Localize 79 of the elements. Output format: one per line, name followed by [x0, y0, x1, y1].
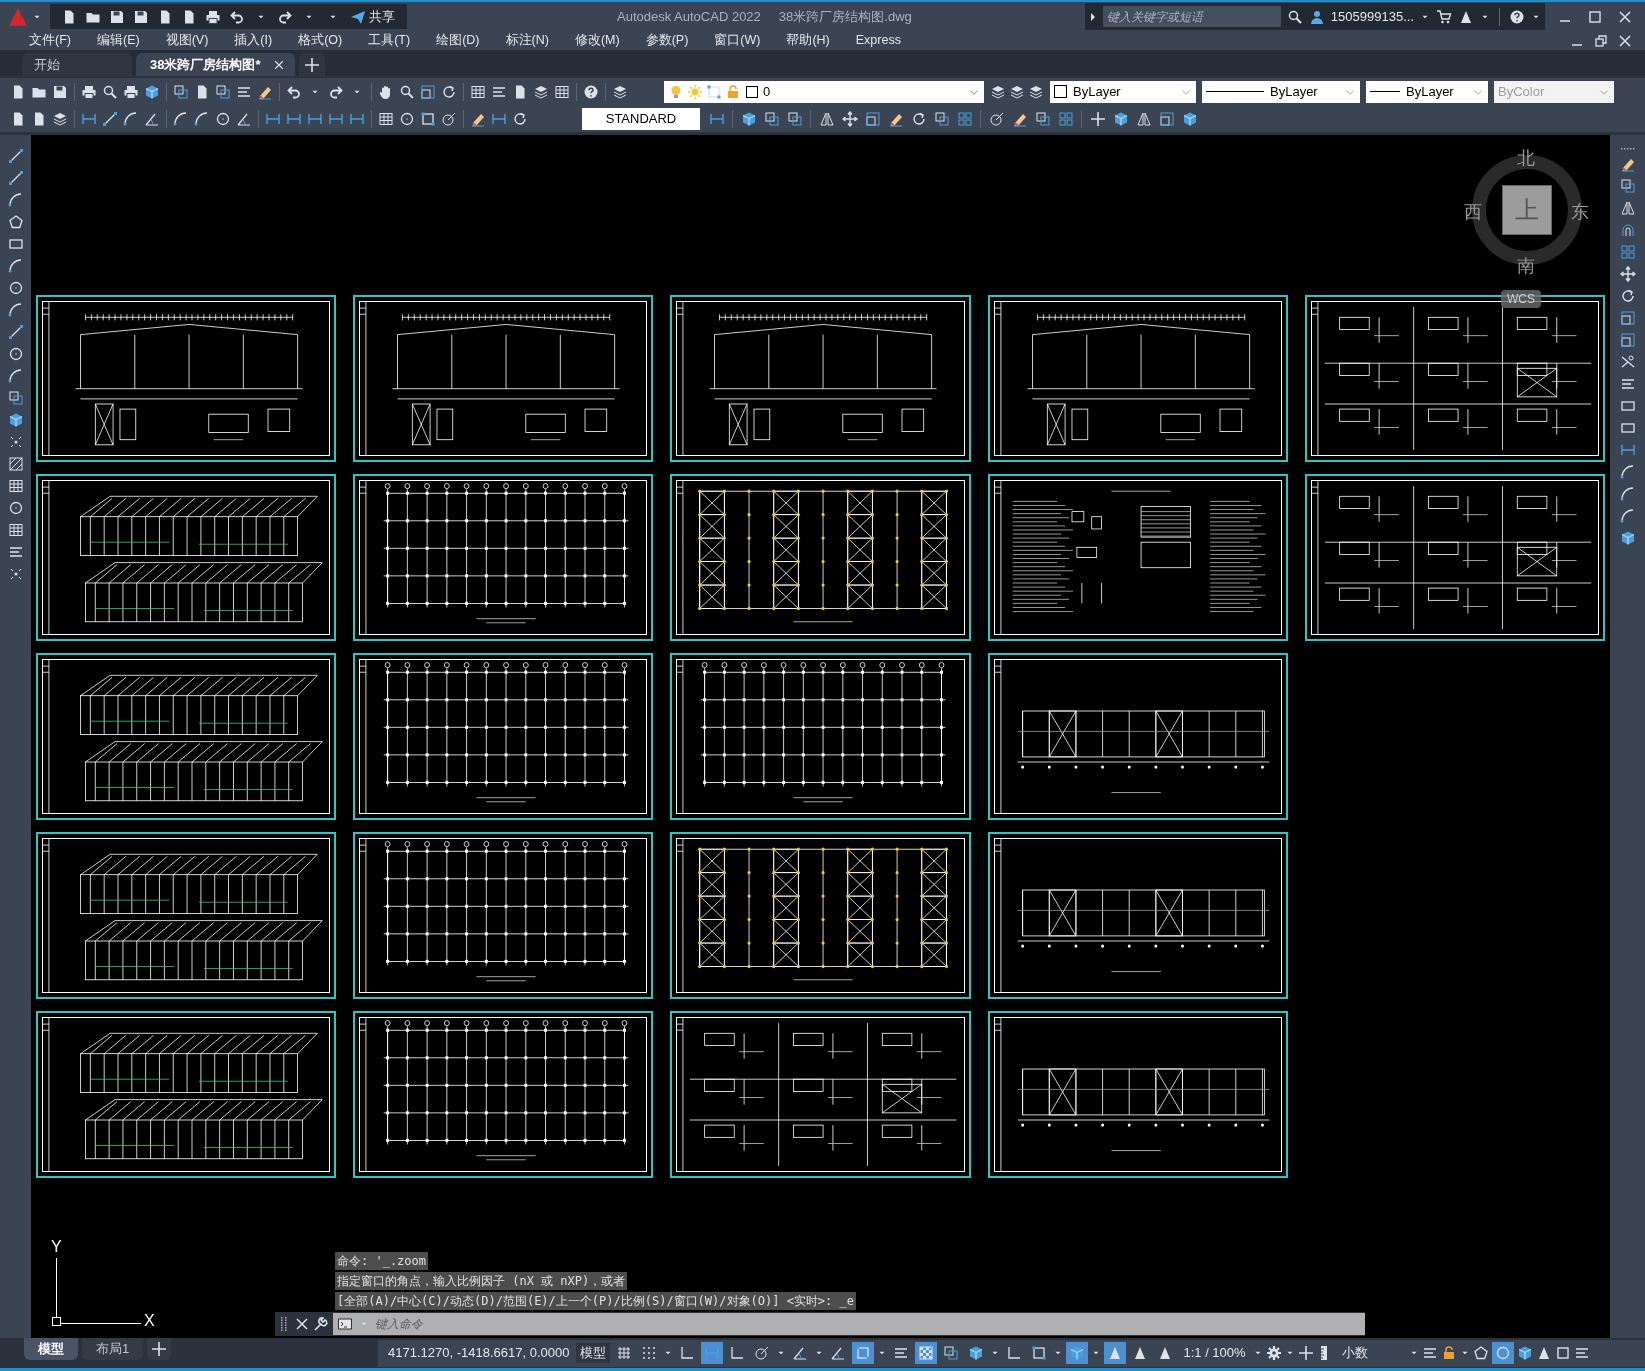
- property-value: ByLayer: [1073, 82, 1121, 101]
- close-icon[interactable]: [1617, 8, 1633, 25]
- cube-icon[interactable]: [1516, 1345, 1533, 1361]
- snap-square-icon[interactable]: [706, 83, 722, 100]
- menu-item[interactable]: 格式(O): [285, 31, 356, 50]
- layer-dropdown[interactable]: 0: [664, 80, 984, 103]
- grip-icon[interactable]: [1619, 147, 1636, 151]
- coordinate-system-menu[interactable]: WCS: [1501, 290, 1541, 308]
- layout-tab[interactable]: 布局1: [82, 1338, 144, 1360]
- menu-item[interactable]: 参数(P): [632, 31, 702, 50]
- list-icon[interactable]: [1421, 1345, 1438, 1361]
- compass-west[interactable]: 西: [1464, 199, 1482, 226]
- layer-name: 0: [763, 82, 771, 101]
- search-field[interactable]: 键入关键字或短语: [1102, 6, 1281, 27]
- snap-square-icon[interactable]: [852, 1342, 875, 1364]
- plus-icon[interactable]: [298, 53, 325, 76]
- close-icon[interactable]: [1617, 32, 1633, 49]
- plus-icon[interactable]: [147, 1338, 172, 1360]
- list-icon[interactable]: [1573, 1345, 1590, 1361]
- user-icon[interactable]: [1308, 8, 1325, 25]
- ucs-x-label: X: [144, 1311, 155, 1331]
- dimension-icon[interactable]: [701, 1342, 724, 1364]
- maximize-icon[interactable]: [1587, 8, 1603, 25]
- property-dropdown[interactable]: ByLayer: [1050, 80, 1196, 103]
- checker-icon[interactable]: [915, 1342, 938, 1364]
- send-icon[interactable]: [350, 8, 366, 25]
- menu-item[interactable]: 编辑(E): [83, 31, 153, 50]
- layers-icon[interactable]: [1028, 83, 1044, 100]
- menu-item[interactable]: 标注(N): [492, 31, 562, 50]
- menu-item[interactable]: 窗口(W): [701, 31, 774, 50]
- document-tab[interactable]: 38米跨厂房结构图*: [136, 53, 295, 76]
- units-dropdown[interactable]: 小数: [1335, 1343, 1406, 1363]
- polygon-icon[interactable]: [1472, 1345, 1489, 1361]
- menu-item[interactable]: 绘图(D): [423, 31, 493, 50]
- magnifier-icon[interactable]: [1286, 8, 1303, 25]
- menu-item[interactable]: 工具(T): [355, 31, 424, 50]
- plus-icon[interactable]: [1297, 1345, 1314, 1361]
- menu-item[interactable]: 视图(V): [152, 31, 222, 50]
- layers-icon[interactable]: [990, 83, 1006, 100]
- line-sample: [1370, 91, 1400, 92]
- property-dropdown[interactable]: ByLayer: [1202, 80, 1360, 103]
- property-dropdown[interactable]: ByLayer: [1366, 80, 1488, 103]
- command-input-field[interactable]: 键入命令: [371, 1313, 1365, 1335]
- text-style-dropdown[interactable]: STANDARD: [582, 107, 700, 130]
- color-swatch: [1054, 85, 1067, 98]
- share-button[interactable]: 共享: [346, 6, 399, 27]
- color-swatch: [746, 85, 758, 98]
- ucs-origin-box: [52, 1317, 61, 1326]
- cart-icon[interactable]: [1436, 8, 1452, 25]
- menu-item[interactable]: 修改(M): [561, 31, 633, 50]
- menu-item[interactable]: 插入(I): [221, 31, 286, 50]
- app-title: Autodesk AutoCAD 2022: [617, 7, 761, 26]
- menu-item[interactable]: 帮助(H): [773, 31, 843, 50]
- help-icon[interactable]: [1509, 8, 1525, 25]
- line-sample: [1206, 91, 1264, 92]
- annotation-scale[interactable]: 1:1 / 100%: [1179, 1343, 1250, 1363]
- document-tab[interactable]: 开始: [22, 53, 132, 76]
- coordinates-readout: 4171.1270, -1418.6617, 0.0000: [387, 1344, 571, 1363]
- cube-icon[interactable]: [1066, 1342, 1089, 1364]
- move-icon[interactable]: [1617, 265, 1638, 283]
- file-name: 38米跨厂房结构图.dwg: [778, 7, 912, 26]
- maximize-icon[interactable]: [1554, 1345, 1571, 1361]
- model-space-button[interactable]: 模型: [576, 1343, 611, 1363]
- layers-icon[interactable]: [1009, 83, 1025, 100]
- menu-item[interactable]: Express: [842, 31, 914, 50]
- expand-arrow-icon[interactable]: [1088, 12, 1097, 21]
- restore-icon[interactable]: [1593, 32, 1609, 49]
- property-value: ByColor: [1498, 82, 1545, 101]
- compass-north[interactable]: 北: [1517, 145, 1535, 172]
- compass-south[interactable]: 南: [1517, 253, 1535, 280]
- menu-item[interactable]: 文件(F): [16, 31, 84, 50]
- terminal-icon[interactable]: [333, 1313, 357, 1335]
- ucs-y-label: Y: [51, 1237, 62, 1257]
- gear-icon[interactable]: [1265, 1345, 1282, 1361]
- property-value: ByLayer: [1270, 82, 1318, 101]
- property-value: ByLayer: [1406, 82, 1454, 101]
- layout-tab[interactable]: 模型: [24, 1338, 78, 1360]
- user-name[interactable]: 1505999135...: [1330, 6, 1414, 27]
- compass-east[interactable]: 东: [1571, 199, 1589, 226]
